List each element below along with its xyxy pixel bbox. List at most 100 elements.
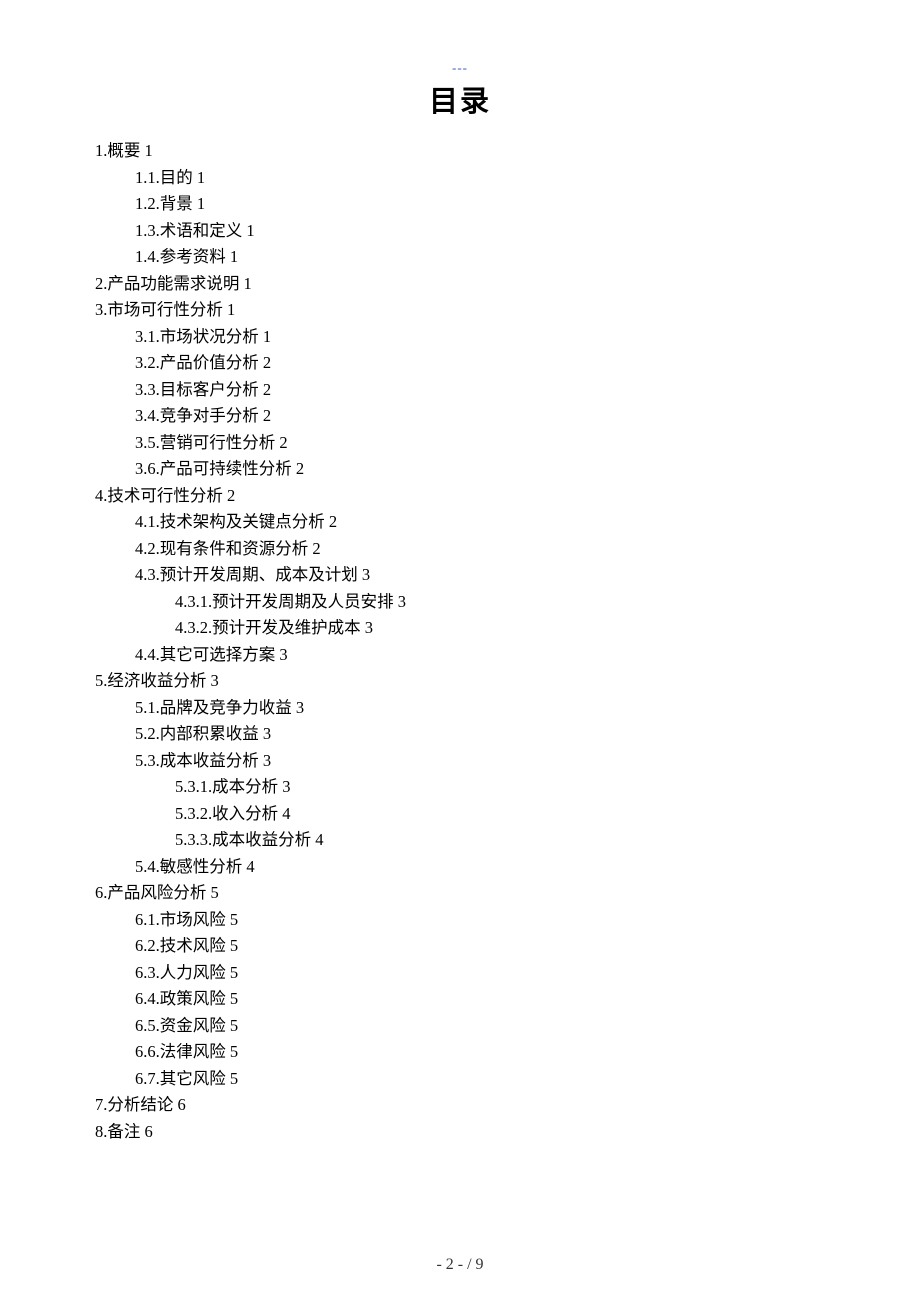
toc-entry-page: 3: [282, 777, 290, 796]
toc-entry-number: 2.: [95, 274, 107, 293]
toc-entry-number: 5.4.: [135, 857, 160, 876]
toc-entry: 6.3.人力风险 5: [95, 960, 825, 987]
toc-entry-number: 6.: [95, 883, 107, 902]
toc-entry-page: 6: [145, 1122, 153, 1141]
toc-entry: 1.3.术语和定义 1: [95, 218, 825, 245]
toc-entry-page: 1: [227, 300, 235, 319]
toc-entry: 3.市场可行性分析 1: [95, 297, 825, 324]
toc-entry: 1.概要 1: [95, 138, 825, 165]
toc-entry-text: 产品可持续性分析: [160, 459, 292, 478]
toc-entry-page: 5: [230, 989, 238, 1008]
toc-entry-number: 3.1.: [135, 327, 160, 346]
toc-entry-text: 政策风险: [160, 989, 226, 1008]
toc-entry-page: 3: [365, 618, 373, 637]
toc-entry-text: 收入分析: [212, 804, 278, 823]
toc-entry-number: 4.2.: [135, 539, 160, 558]
toc-entry: 3.6.产品可持续性分析 2: [95, 456, 825, 483]
toc-entry-text: 产品功能需求说明: [107, 274, 239, 293]
toc-entry-number: 5.1.: [135, 698, 160, 717]
toc-entry-number: 3.2.: [135, 353, 160, 372]
toc-entry-number: 4.3.1.: [175, 592, 212, 611]
toc-entry-page: 2: [227, 486, 235, 505]
toc-entry-page: 4: [282, 804, 290, 823]
toc-entry-text: 预计开发周期、成本及计划: [160, 565, 358, 584]
toc-entry-text: 分析结论: [107, 1095, 173, 1114]
toc-entry-text: 产品风险分析: [107, 883, 206, 902]
toc-entry-text: 经济收益分析: [107, 671, 206, 690]
toc-entry-page: 5: [230, 963, 238, 982]
toc-entry-page: 5: [230, 936, 238, 955]
toc-entry: 4.3.预计开发周期、成本及计划 3: [95, 562, 825, 589]
toc-entry-text: 市场风险: [160, 910, 226, 929]
toc-entry-page: 5: [230, 1069, 238, 1088]
toc-entry-text: 概要: [107, 141, 140, 160]
toc-entry-number: 3.6.: [135, 459, 160, 478]
toc-entry-text: 现有条件和资源分析: [160, 539, 309, 558]
toc-entry-number: 1.4.: [135, 247, 160, 266]
toc-entry-text: 技术架构及关键点分析: [160, 512, 325, 531]
toc-entry-page: 3: [279, 645, 287, 664]
toc-entry: 3.1.市场状况分析 1: [95, 324, 825, 351]
toc-entry: 1.2.背景 1: [95, 191, 825, 218]
toc-entry-page: 3: [263, 751, 271, 770]
toc-entry-page: 4: [246, 857, 254, 876]
toc-entry-number: 3.5.: [135, 433, 160, 452]
toc-entry-text: 其它风险: [160, 1069, 226, 1088]
toc-entry-page: 5: [230, 1042, 238, 1061]
toc-entry-number: 3.: [95, 300, 107, 319]
toc-entry-text: 营销可行性分析: [160, 433, 276, 452]
toc-entry-text: 成本收益分析: [212, 830, 311, 849]
toc-entry-text: 备注: [107, 1122, 140, 1141]
toc-entry-number: 4.1.: [135, 512, 160, 531]
toc-entry-page: 3: [296, 698, 304, 717]
toc-entry-number: 5.3.2.: [175, 804, 212, 823]
toc-entry-number: 4.3.2.: [175, 618, 212, 637]
toc-entry: 6.产品风险分析 5: [95, 880, 825, 907]
toc-entry: 5.3.3.成本收益分析 4: [95, 827, 825, 854]
toc-entry-number: 6.7.: [135, 1069, 160, 1088]
toc-entry-text: 资金风险: [160, 1016, 226, 1035]
toc-entry: 4.2.现有条件和资源分析 2: [95, 536, 825, 563]
toc-title: 目录: [95, 78, 825, 120]
toc-entry: 6.7.其它风险 5: [95, 1066, 825, 1093]
toc-entry: 5.2.内部积累收益 3: [95, 721, 825, 748]
toc-entry-page: 2: [312, 539, 320, 558]
toc-entry-page: 2: [279, 433, 287, 452]
toc-entry-number: 6.2.: [135, 936, 160, 955]
toc-entry-page: 4: [315, 830, 323, 849]
toc-entry-text: 预计开发及维护成本: [212, 618, 361, 637]
toc-entry: 5.3.1.成本分析 3: [95, 774, 825, 801]
toc-entry: 6.5.资金风险 5: [95, 1013, 825, 1040]
toc-entry-text: 成本收益分析: [160, 751, 259, 770]
toc-entry-number: 4.3.: [135, 565, 160, 584]
toc-entry: 4.技术可行性分析 2: [95, 483, 825, 510]
toc-entry-text: 人力风险: [160, 963, 226, 982]
toc-entry-page: 1: [145, 141, 153, 160]
toc-entry: 1.4.参考资料 1: [95, 244, 825, 271]
toc-entry-page: 6: [178, 1095, 186, 1114]
toc-container: 1.概要 11.1.目的 11.2.背景 11.3.术语和定义 11.4.参考资…: [95, 138, 825, 1145]
toc-entry-number: 8.: [95, 1122, 107, 1141]
toc-entry-text: 内部积累收益: [160, 724, 259, 743]
toc-entry-number: 5.2.: [135, 724, 160, 743]
toc-entry-number: 3.4.: [135, 406, 160, 425]
toc-entry-number: 5.3.3.: [175, 830, 212, 849]
toc-entry-page: 1: [197, 194, 205, 213]
toc-entry-text: 背景: [160, 194, 193, 213]
toc-entry-text: 市场状况分析: [160, 327, 259, 346]
toc-entry-text: 法律风险: [160, 1042, 226, 1061]
toc-entry: 3.4.竞争对手分析 2: [95, 403, 825, 430]
toc-entry: 5.3.2.收入分析 4: [95, 801, 825, 828]
toc-entry-page: 1: [263, 327, 271, 346]
toc-entry-page: 1: [230, 247, 238, 266]
toc-entry: 6.1.市场风险 5: [95, 907, 825, 934]
toc-entry-page: 2: [329, 512, 337, 531]
toc-entry-text: 敏感性分析: [160, 857, 243, 876]
toc-entry-number: 1.2.: [135, 194, 160, 213]
toc-entry: 3.5.营销可行性分析 2: [95, 430, 825, 457]
toc-entry-number: 1.1.: [135, 168, 160, 187]
toc-entry: 5.3.成本收益分析 3: [95, 748, 825, 775]
toc-entry: 8.备注 6: [95, 1119, 825, 1146]
toc-entry-page: 1: [197, 168, 205, 187]
toc-entry-number: 1.: [95, 141, 107, 160]
